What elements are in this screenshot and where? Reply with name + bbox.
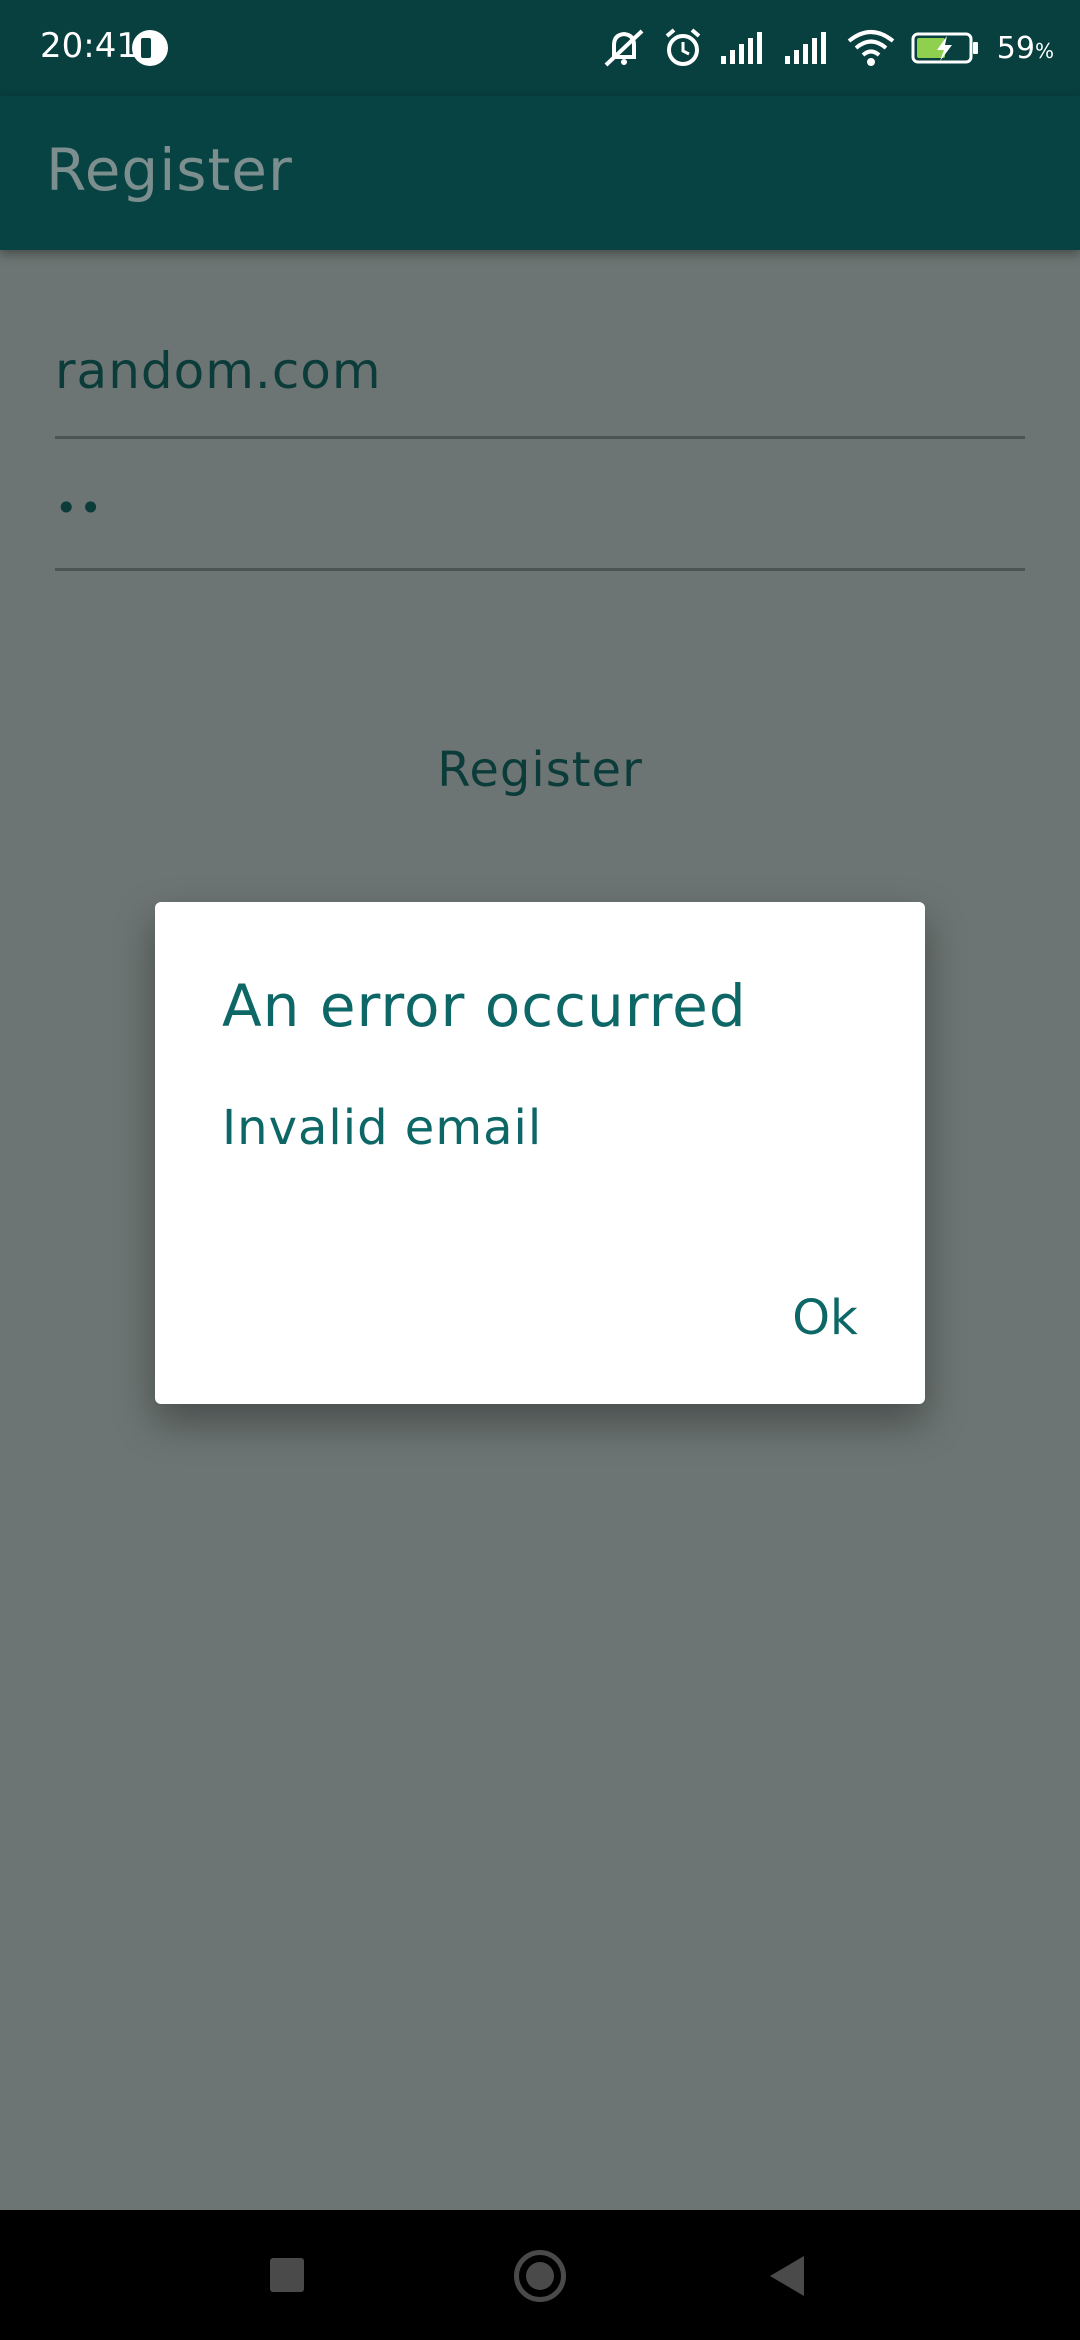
dialog-title: An error occurred <box>222 972 747 1040</box>
signal-2-icon <box>784 32 826 64</box>
dialog-message: Invalid email <box>222 1100 543 1156</box>
status-time: 20:41 <box>40 26 138 66</box>
back-button-icon[interactable] <box>770 2256 804 2296</box>
email-field[interactable]: random.com <box>55 320 1025 439</box>
status-bar: 20:41 59% <box>0 0 1080 96</box>
battery-percent: 59% <box>996 30 1054 66</box>
ok-button[interactable]: Ok <box>765 1280 885 1356</box>
page-title: Register <box>46 136 293 204</box>
status-icons: 59% <box>601 22 1054 74</box>
email-input-value: random.com <box>55 342 382 400</box>
password-input-value: •• <box>55 486 104 530</box>
app-notification-icon <box>132 30 168 66</box>
app-bar: Register <box>0 96 1080 250</box>
register-button[interactable]: Register <box>390 730 690 810</box>
navigation-bar <box>0 2210 1080 2340</box>
bell-muted-icon <box>604 29 644 67</box>
alarm-icon <box>665 28 701 66</box>
password-field[interactable]: •• <box>55 456 1025 571</box>
error-dialog: An error occurred Invalid email Ok <box>155 902 925 1404</box>
recents-button-icon[interactable] <box>270 2258 304 2292</box>
home-button-icon[interactable] <box>514 2250 566 2302</box>
wifi-icon <box>847 30 895 66</box>
signal-1-icon <box>720 32 762 64</box>
battery-charging-icon <box>911 32 978 64</box>
